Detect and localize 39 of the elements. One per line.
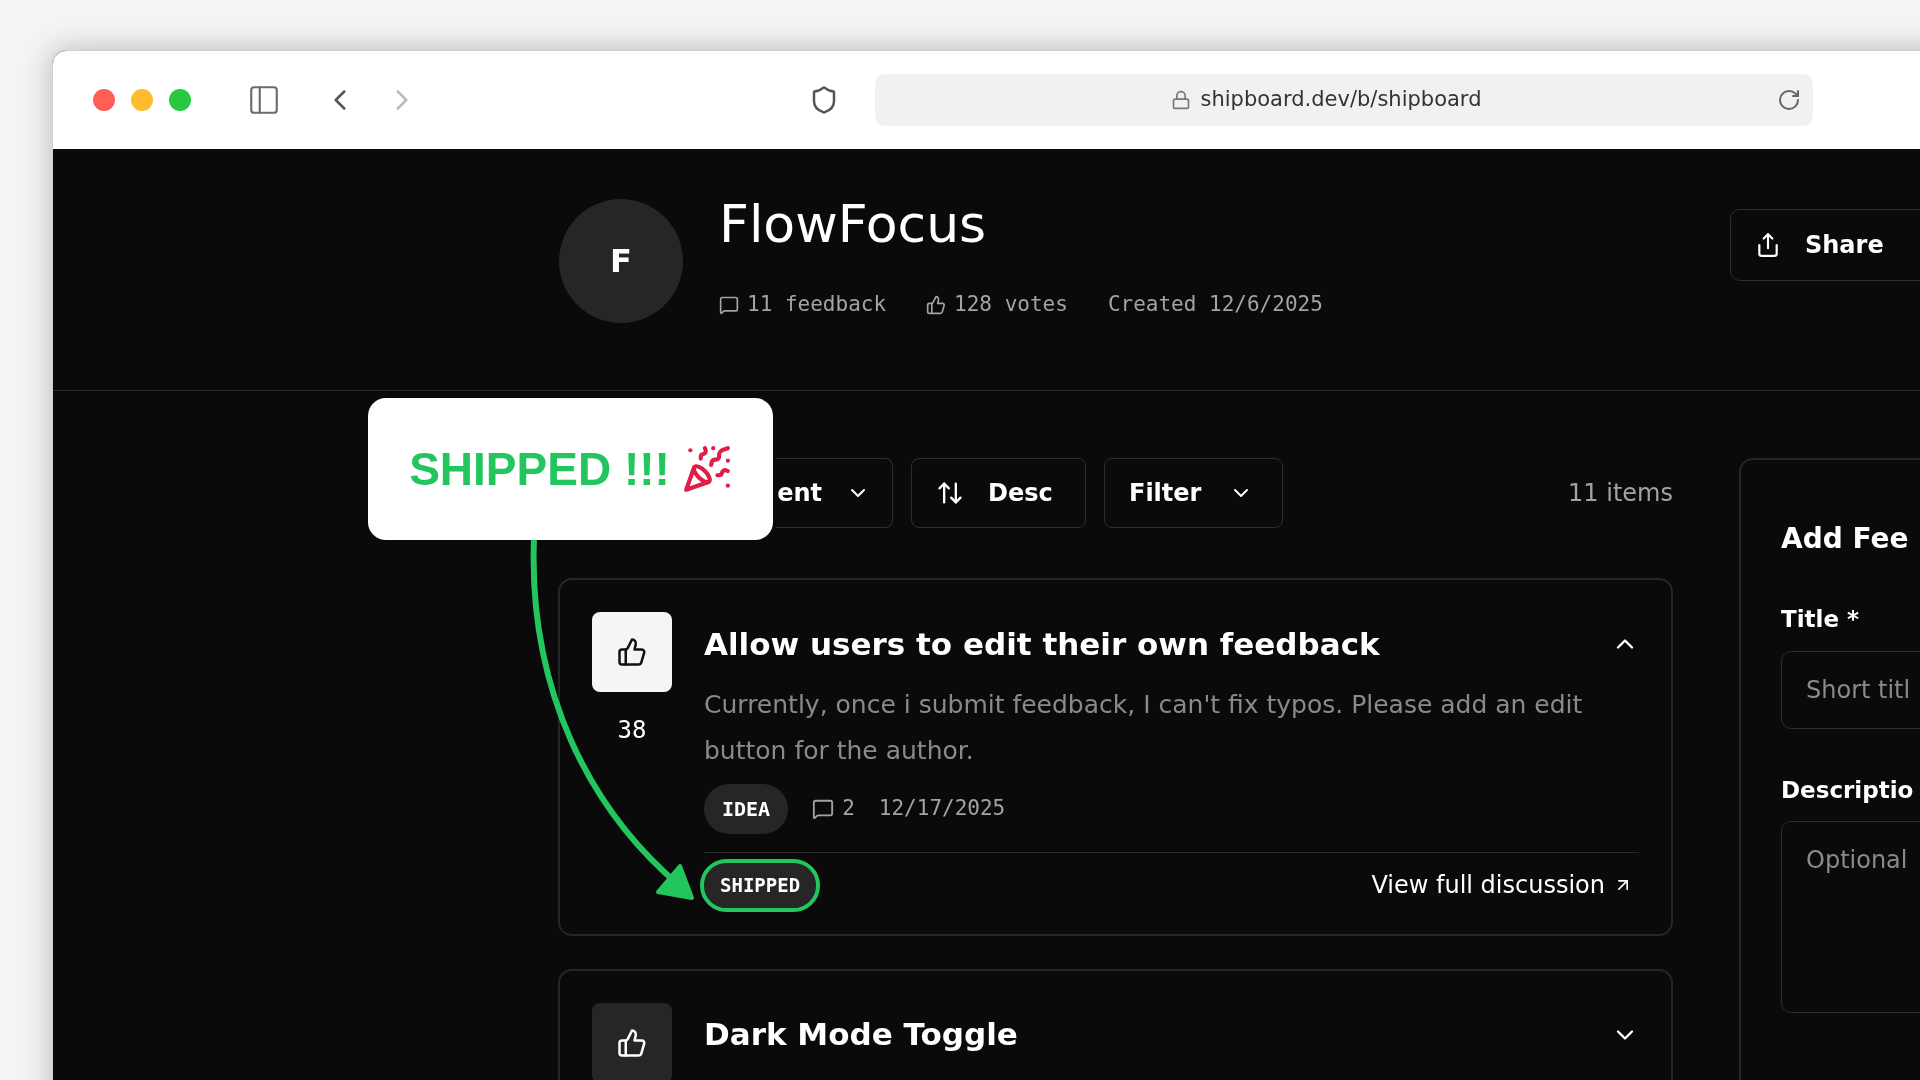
thumbs-up-icon: [617, 1027, 647, 1058]
lock-icon: [1170, 90, 1191, 110]
party-popper-icon: [681, 444, 732, 494]
callout-text: SHIPPED !!!: [409, 441, 670, 497]
share-button[interactable]: Share: [1730, 209, 1920, 281]
comment-icon: [812, 798, 835, 820]
filter-dropdown[interactable]: Filter: [1104, 458, 1283, 528]
discussion-link[interactable]: View full discussion: [1371, 867, 1633, 904]
sidebar-toggle-icon[interactable]: [247, 83, 281, 117]
reload-icon[interactable]: [1777, 88, 1801, 112]
upvote-button[interactable]: [592, 1002, 672, 1080]
share-icon: [1755, 232, 1781, 258]
title-input[interactable]: Short titl: [1781, 650, 1920, 729]
address-bar[interactable]: shipboard.dev/b/shipboard: [875, 74, 1813, 126]
feedback-description: Currently, once i submit feedback, I can't fix typos. Please add an edit button for the author.: [704, 689, 1584, 767]
thumbs-up-icon: [617, 637, 647, 667]
close-window-button[interactable]: [93, 89, 115, 111]
board-stat: 128 votes: [954, 291, 1068, 318]
board-stat: 11 feedback: [747, 291, 887, 318]
feedback-title[interactable]: Allow users to edit their own feedback: [704, 620, 1380, 668]
item-count: 11 items: [1568, 478, 1673, 509]
panel-heading: Add Fee: [1781, 521, 1910, 557]
category-tag: IDEA: [704, 784, 789, 834]
thumbs-up-icon: [926, 294, 947, 315]
comment-count: 2: [842, 795, 855, 823]
board-avatar: F: [559, 199, 683, 323]
url-text: shipboard.dev/b/shipboard: [1200, 86, 1482, 114]
vote-count: 38: [617, 715, 647, 746]
order-button[interactable]: Desc: [911, 458, 1086, 528]
description-label: Descriptio: [1781, 775, 1915, 805]
description-input[interactable]: Optional: [1781, 821, 1920, 1013]
feedback-title[interactable]: Dark Mode Toggle: [704, 1011, 1018, 1058]
feedback-date: 12/17/2025: [878, 795, 1006, 823]
board-title: FlowFocus: [719, 193, 988, 255]
board-stat: Created 12/6/2025: [1107, 291, 1323, 318]
comment-icon: [719, 294, 739, 315]
title-label: Title *: [1781, 605, 1861, 634]
sort-dropdown[interactable]: ent: [776, 458, 893, 528]
upvote-button[interactable]: [592, 612, 672, 692]
